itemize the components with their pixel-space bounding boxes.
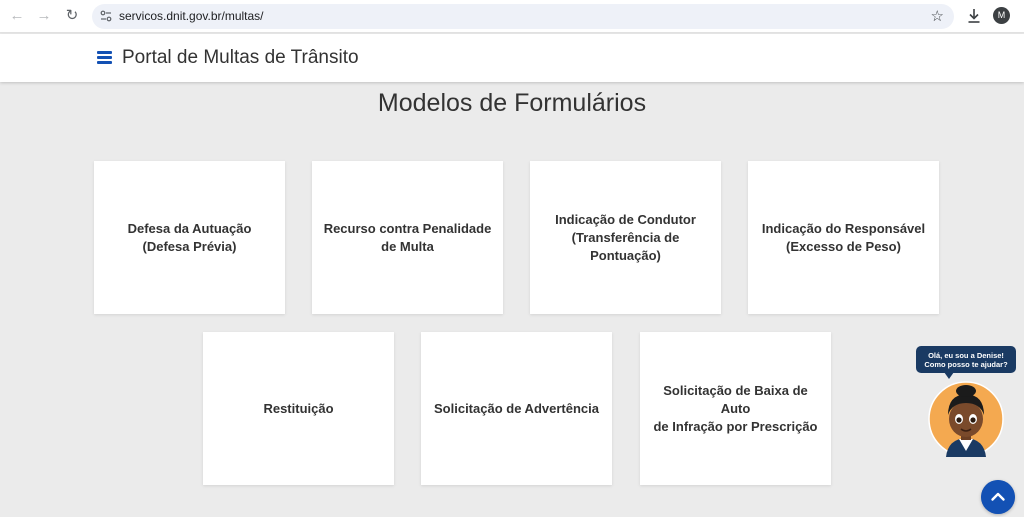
browser-toolbar: ← → ↻ servicos.dnit.gov.br/multas/ ☆ M <box>0 0 1024 33</box>
card-label: Indicação do Responsável (Excesso de Peso… <box>761 220 926 254</box>
address-bar[interactable]: servicos.dnit.gov.br/multas/ ☆ <box>92 4 954 29</box>
url-text[interactable]: servicos.dnit.gov.br/multas/ <box>119 4 264 29</box>
card-indicacao-responsavel[interactable]: Indicação do Responsável (Excesso de Peso… <box>748 161 939 314</box>
back-icon[interactable]: ← <box>8 7 26 25</box>
scroll-to-top-button[interactable] <box>981 480 1015 514</box>
download-icon[interactable] <box>966 7 982 25</box>
card-label: Defesa da Autuação (Defesa Prévia) <box>127 220 252 254</box>
reload-icon[interactable]: ↻ <box>63 7 81 25</box>
card-baixa-auto-infracao[interactable]: Solicitação de Baixa de Auto de Infração … <box>640 332 831 485</box>
assistant-greeting-bubble[interactable]: Olá, eu sou a Denise! Como posso te ajuda… <box>916 346 1016 379</box>
portal-title[interactable]: Portal de Multas de Trânsito <box>122 47 359 69</box>
card-solicitacao-advertencia[interactable]: Solicitação de Advertência <box>421 332 612 485</box>
card-indicacao-condutor[interactable]: Indicação de Condutor (Transferência de P… <box>530 161 721 314</box>
card-label: Solicitação de Baixa de Auto de Infração … <box>653 382 818 434</box>
page-title: Modelos de Formulários <box>377 89 647 117</box>
site-header: Portal de Multas de Trânsito <box>0 34 1024 82</box>
profile-avatar[interactable]: M <box>993 7 1010 24</box>
menu-icon[interactable] <box>97 51 112 64</box>
assistant-avatar-icon[interactable] <box>928 381 1004 457</box>
card-label: Recurso contra Penalidade de Multa <box>323 220 492 254</box>
forward-icon[interactable]: → <box>35 7 53 25</box>
card-label: Restituição <box>263 400 334 416</box>
card-restituicao[interactable]: Restituição <box>203 332 394 485</box>
site-settings-icon[interactable] <box>99 9 113 23</box>
card-defesa-autuacao[interactable]: Defesa da Autuação (Defesa Prévia) <box>94 161 285 314</box>
bookmark-star-icon[interactable]: ☆ <box>931 4 944 29</box>
card-recurso-penalidade[interactable]: Recurso contra Penalidade de Multa <box>312 161 503 314</box>
card-label: Solicitação de Advertência <box>434 400 599 416</box>
card-label: Indicação de Condutor (Transferência de P… <box>555 211 696 263</box>
